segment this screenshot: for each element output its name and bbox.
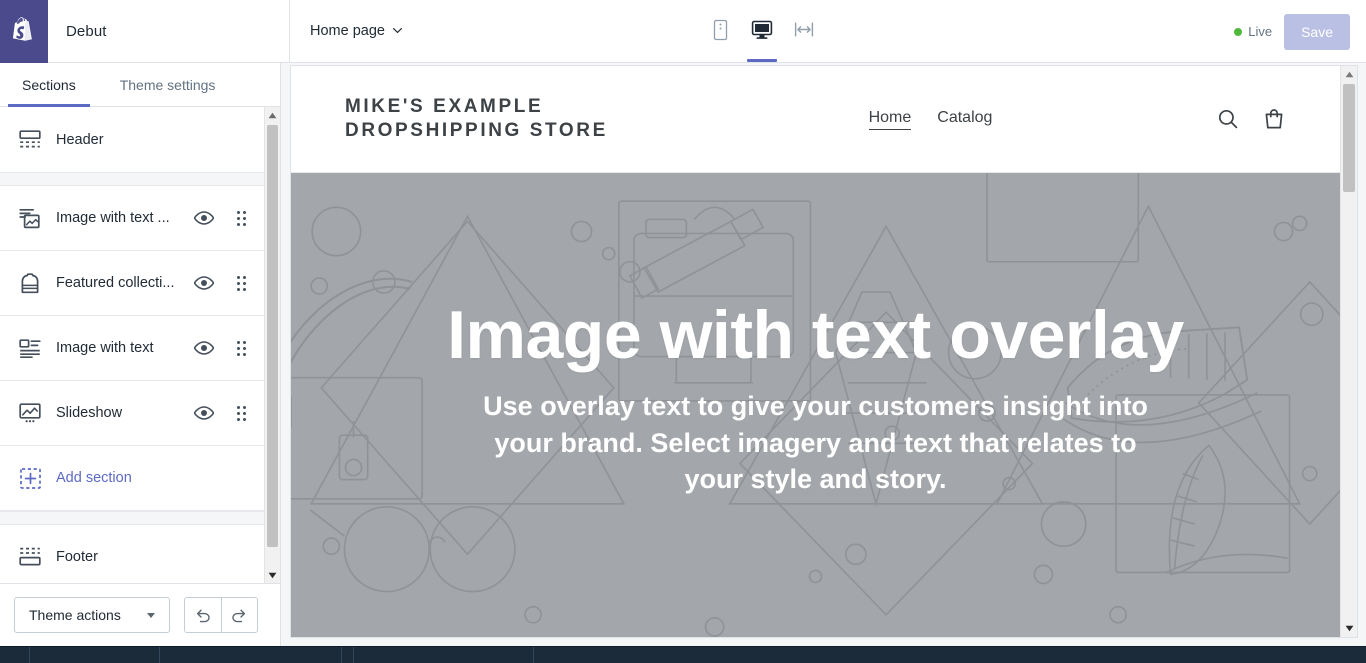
page-selector[interactable]: Home page	[308, 19, 404, 43]
eye-icon[interactable]	[192, 271, 216, 295]
tab-theme-settings[interactable]: Theme settings	[98, 63, 238, 107]
top-bar-middle: Home page	[290, 0, 1234, 62]
footer-icon	[18, 545, 42, 569]
sidebar-item-featured-collection[interactable]: Featured collecti...	[0, 251, 264, 316]
preview-scroll-up-arrow-icon[interactable]	[1341, 66, 1357, 83]
search-icon[interactable]	[1216, 107, 1240, 131]
eye-icon[interactable]	[192, 401, 216, 425]
theme-editor-app: Debut Home page Live Save Sections Theme…	[0, 0, 1366, 663]
featured-collection-icon	[18, 271, 42, 295]
preview-area: MIKE'S EXAMPLE DROPSHIPPING STORE Home C…	[281, 63, 1366, 646]
drag-handle-icon[interactable]	[230, 336, 252, 360]
sidebar-item-label: Image with text ...	[56, 210, 170, 226]
preview-scrollbar-thumb[interactable]	[1343, 84, 1355, 192]
sidebar-item-footer[interactable]: Footer	[0, 525, 264, 583]
full-width-icon	[795, 22, 814, 37]
hero-heading: Image with text overlay	[447, 297, 1184, 373]
taskbar-segment[interactable]	[354, 646, 534, 663]
slideshow-icon	[18, 401, 42, 425]
drag-handle-icon[interactable]	[230, 206, 252, 230]
device-full-width-button[interactable]	[787, 9, 821, 53]
nav-link-catalog[interactable]: Catalog	[937, 109, 992, 130]
theme-name: Debut	[66, 23, 107, 40]
nav-link-home[interactable]: Home	[868, 109, 912, 130]
preview-scrollbar[interactable]	[1340, 66, 1357, 637]
mobile-icon	[713, 19, 727, 41]
undo-button[interactable]	[184, 598, 221, 632]
drag-handle-icon[interactable]	[230, 271, 252, 295]
taskbar-segment[interactable]	[30, 646, 160, 663]
sidebar-item-slideshow[interactable]: Slideshow	[0, 381, 264, 446]
theme-actions-label: Theme actions	[29, 607, 121, 623]
caret-down-icon	[146, 612, 155, 618]
sidebar-item-label: Image with text	[56, 340, 154, 356]
eye-icon[interactable]	[192, 206, 216, 230]
sidebar-item-label: Featured collecti...	[56, 275, 175, 291]
add-section-label: Add section	[56, 470, 132, 486]
save-button[interactable]: Save	[1284, 13, 1350, 50]
sidebar-item-label: Header	[56, 131, 104, 148]
undo-redo-group	[183, 597, 258, 633]
store-header-icons	[1216, 107, 1286, 131]
sidebar-footer: Theme actions	[0, 583, 280, 646]
store-title: MIKE'S EXAMPLE DROPSHIPPING STORE	[345, 96, 608, 141]
device-switcher	[290, 0, 1234, 62]
tab-sections[interactable]: Sections	[0, 63, 98, 107]
sidebar: Sections Theme settings Header Image wit…	[0, 63, 281, 646]
sections-group-divider	[0, 172, 264, 186]
sidebar-tabs: Sections Theme settings	[0, 63, 280, 107]
theme-name-container: Debut	[48, 0, 290, 63]
taskbar-segment[interactable]	[342, 646, 354, 663]
sidebar-scrollbar-thumb[interactable]	[267, 125, 278, 547]
hero-copy: Image with text overlay Use overlay text…	[291, 297, 1340, 497]
store-header: MIKE'S EXAMPLE DROPSHIPPING STORE Home C…	[291, 66, 1340, 173]
taskbar-segment[interactable]	[160, 646, 342, 663]
sections-list-scroll: Header Image with text ... Featured coll…	[0, 107, 280, 583]
top-bar: Debut Home page Live Save	[0, 0, 1366, 63]
eye-icon[interactable]	[192, 336, 216, 360]
image-with-text-overlay-icon	[18, 206, 42, 230]
desktop-icon	[751, 20, 773, 39]
top-bar-right: Live Save	[1234, 0, 1366, 63]
shopify-bag-icon[interactable]	[0, 0, 48, 63]
theme-actions-button[interactable]: Theme actions	[14, 597, 170, 633]
sidebar-item-image-with-text-overlay[interactable]: Image with text ...	[0, 186, 264, 251]
header-icon	[18, 128, 42, 152]
sidebar-item-image-with-text[interactable]: Image with text	[0, 316, 264, 381]
preview-scroll-down-arrow-icon[interactable]	[1341, 620, 1357, 637]
sidebar-item-label: Footer	[56, 549, 98, 565]
add-section-icon	[18, 466, 42, 490]
status-badge: Live	[1234, 24, 1272, 39]
add-section-button[interactable]: Add section	[0, 446, 264, 511]
undo-icon	[196, 609, 210, 623]
sections-list: Header Image with text ... Featured coll…	[0, 107, 264, 583]
hero-section: Image with text overlay Use overlay text…	[291, 173, 1340, 637]
scroll-up-arrow-icon[interactable]	[265, 107, 280, 123]
sidebar-item-header[interactable]: Header	[0, 107, 264, 172]
redo-button[interactable]	[220, 598, 257, 632]
os-taskbar	[0, 646, 1366, 663]
sections-group-divider	[0, 511, 264, 525]
device-mobile-button[interactable]	[703, 9, 737, 53]
store-preview-frame: MIKE'S EXAMPLE DROPSHIPPING STORE Home C…	[290, 65, 1358, 638]
shopping-bag-icon[interactable]	[1262, 107, 1286, 131]
drag-handle-icon[interactable]	[230, 401, 252, 425]
scroll-down-arrow-icon[interactable]	[265, 567, 280, 583]
chevron-down-icon	[392, 25, 402, 35]
image-with-text-icon	[18, 336, 42, 360]
store-preview-viewport: MIKE'S EXAMPLE DROPSHIPPING STORE Home C…	[291, 66, 1340, 637]
taskbar-segment[interactable]	[0, 646, 30, 663]
status-dot-icon	[1234, 27, 1243, 36]
sidebar-item-label: Slideshow	[56, 405, 123, 421]
device-desktop-button[interactable]	[745, 9, 779, 62]
hero-body: Use overlay text to give your customers …	[483, 391, 1148, 494]
page-selector-label: Home page	[310, 23, 385, 39]
store-nav: Home Catalog	[645, 109, 1216, 130]
redo-icon	[232, 609, 246, 623]
status-label: Live	[1248, 24, 1273, 39]
sidebar-scrollbar[interactable]	[264, 107, 280, 583]
